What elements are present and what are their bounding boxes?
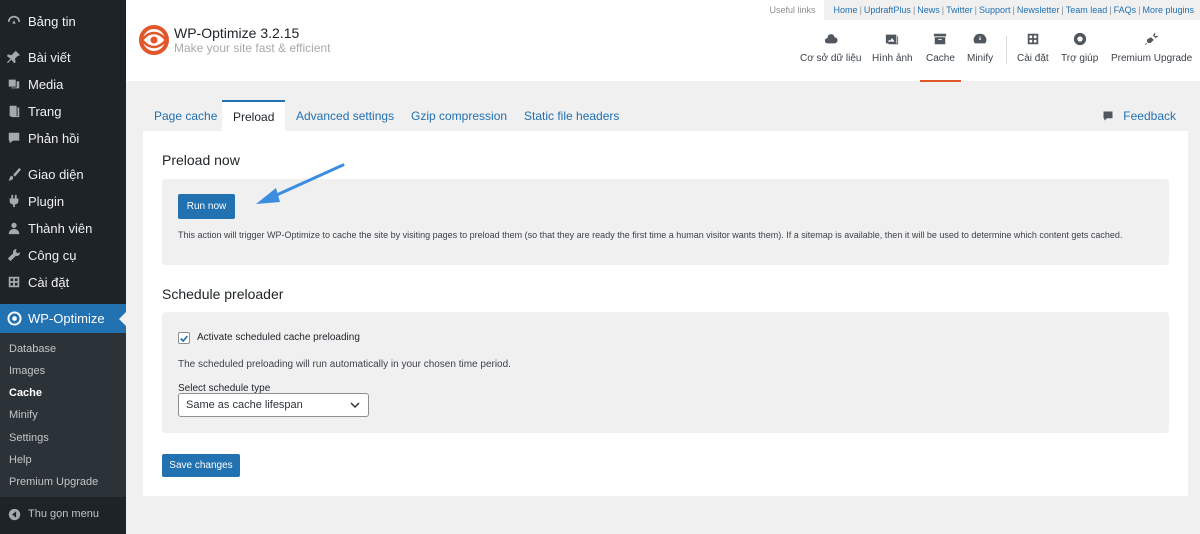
collapse-icon — [0, 508, 28, 521]
tab-static-file-headers[interactable]: Static file headers — [513, 100, 630, 131]
link-team-lead[interactable]: Team lead — [1066, 5, 1108, 15]
link-newsletter[interactable]: Newsletter — [1017, 5, 1060, 15]
lifebuoy-icon — [1073, 32, 1086, 46]
submenu-minify[interactable]: Minify — [9, 409, 38, 421]
sidebar-item-users[interactable]: Thành viên — [0, 215, 126, 241]
wrench-icon — [0, 248, 28, 262]
tab-preload[interactable]: Preload — [222, 100, 286, 131]
submenu-settings[interactable]: Settings — [9, 432, 49, 444]
submenu-cache[interactable]: Cache — [9, 387, 42, 399]
save-changes-button[interactable]: Save changes — [162, 454, 240, 477]
page-icon — [0, 104, 28, 118]
brush-icon — [0, 167, 28, 181]
tab-gzip-compression[interactable]: Gzip compression — [400, 100, 518, 131]
useful-links: Useful links Home | UpdraftPlus | News | Tw… — [762, 0, 1200, 20]
plugin-title: WP-Optimize 3.2.15 — [174, 25, 300, 41]
nav-help[interactable]: Trợ giúp — [1061, 32, 1098, 64]
media-icon — [0, 77, 28, 91]
annotation-arrow-icon — [256, 163, 345, 204]
submenu-premium-upgrade[interactable]: Premium Upgrade — [9, 476, 98, 488]
dashboard-icon — [0, 14, 28, 28]
checkmark-icon — [180, 334, 188, 342]
plugin-header: WP-Optimize 3.2.15 Make your site fast &… — [126, 0, 1200, 82]
link-more-plugins[interactable]: More plugins — [1142, 5, 1194, 15]
images-icon — [886, 34, 899, 45]
dashboard-gauge-icon — [973, 33, 987, 44]
activate-schedule-label: Activate scheduled cache preloading — [197, 332, 360, 343]
sidebar-item-tools[interactable]: Công cụ — [0, 242, 126, 268]
schedule-box: Activate scheduled cache preloading The … — [162, 312, 1169, 433]
collapse-menu-button[interactable]: Thu gọn menu — [0, 503, 126, 525]
sidebar-item-settings[interactable]: Cài đặt — [0, 269, 126, 295]
plug-icon — [1144, 32, 1158, 46]
nav-separator — [1006, 36, 1007, 64]
useful-links-label: Useful links — [769, 5, 816, 15]
comment-icon — [0, 131, 28, 145]
wpo-icon — [0, 311, 28, 326]
user-icon — [0, 221, 28, 235]
chevron-down-icon — [350, 402, 360, 409]
preload-description: This action will trigger WP-Optimize to … — [178, 230, 1123, 240]
nav-settings[interactable]: Cài đặt — [1017, 32, 1049, 64]
sidebar-item-comments[interactable]: Phản hồi — [0, 125, 126, 151]
activate-schedule-checkbox[interactable] — [178, 332, 190, 344]
cache-tabs: Page cache Preload Advanced settings Gzi… — [143, 100, 1188, 131]
submenu-help[interactable]: Help — [9, 454, 32, 466]
run-now-button[interactable]: Run now — [178, 194, 235, 219]
link-news[interactable]: News — [917, 5, 940, 15]
nav-database[interactable]: Cơ sở dữ liệu — [800, 32, 862, 64]
pin-icon — [0, 50, 28, 64]
links-bar: Home | UpdraftPlus | News | Twitter | Suppor… — [823, 0, 1200, 20]
sidebar-item-pages[interactable]: Trang — [0, 98, 126, 124]
link-faqs[interactable]: FAQs — [1114, 5, 1137, 15]
submenu-images[interactable]: Images — [9, 365, 45, 377]
submenu-database[interactable]: Database — [9, 343, 56, 355]
nav-cache[interactable]: Cache — [920, 32, 961, 82]
sidebar-item-dashboard[interactable]: Bảng tin — [0, 8, 126, 34]
nav-images[interactable]: Hình ảnh — [872, 32, 913, 64]
tab-advanced-settings[interactable]: Advanced settings — [285, 100, 405, 131]
link-updraftplus[interactable]: UpdraftPlus — [864, 5, 911, 15]
sidebar-item-appearance[interactable]: Giao diện — [0, 161, 126, 187]
schedule-type-select[interactable]: Same as cache lifespan — [178, 393, 369, 417]
sidebar-item-wp-optimize[interactable]: WP-Optimize — [0, 304, 126, 333]
plugin-icon — [0, 194, 28, 208]
wpo-logo-icon — [139, 25, 169, 55]
schedule-preloader-heading: Schedule preloader — [162, 286, 284, 302]
wpo-submenu: Database Images Cache Minify Settings He… — [0, 333, 126, 497]
settings-icon — [0, 275, 28, 289]
feedback-icon — [1103, 111, 1113, 120]
cloud-icon — [824, 34, 838, 44]
admin-sidebar: Bảng tin Bài viết Media Trang Phản hồi G… — [0, 0, 126, 534]
link-home[interactable]: Home — [834, 5, 858, 15]
archive-icon — [934, 33, 947, 45]
nav-premium-upgrade[interactable]: Premium Upgrade — [1111, 32, 1192, 64]
link-support[interactable]: Support — [979, 5, 1011, 15]
tab-page-cache[interactable]: Page cache — [143, 100, 228, 131]
feedback-link[interactable]: Feedback — [1102, 100, 1176, 131]
link-twitter[interactable]: Twitter — [946, 5, 973, 15]
sidebar-item-posts[interactable]: Bài viết — [0, 44, 126, 70]
schedule-description: The scheduled preloading will run automa… — [178, 359, 511, 370]
sidebar-item-media[interactable]: Media — [0, 71, 126, 97]
preload-now-heading: Preload now — [162, 152, 240, 168]
plugin-tagline: Make your site fast & efficient — [174, 41, 331, 55]
current-menu-arrow — [119, 312, 126, 326]
sidebar-item-plugins[interactable]: Plugin — [0, 188, 126, 214]
admin-settings-icon — [1027, 33, 1039, 45]
nav-minify[interactable]: Minify — [967, 32, 993, 64]
